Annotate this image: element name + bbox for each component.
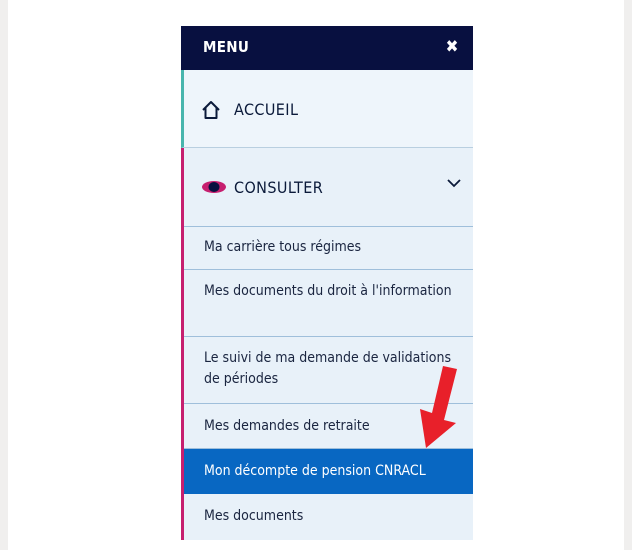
eye-icon bbox=[202, 181, 226, 193]
submenu-item-mes-documents[interactable]: Mes documents bbox=[184, 494, 473, 540]
submenu-item-documents-droit[interactable]: Mes documents du droit à l'information bbox=[184, 270, 473, 337]
submenu-item-carriere[interactable]: Ma carrière tous régimes bbox=[184, 226, 473, 270]
submenu-item-decompte-cnracl[interactable]: Mon décompte de pension CNRACL bbox=[184, 449, 473, 494]
submenu-item-label: Mes documents du droit à l'information bbox=[204, 283, 452, 299]
menu-header: MENU ✖ bbox=[181, 26, 473, 70]
menu-section-consulter: CONSULTER Ma carrière tous régimes Mes d… bbox=[181, 148, 473, 540]
menu-item-accueil[interactable]: ACCUEIL bbox=[181, 70, 473, 148]
menu-item-accueil-label: ACCUEIL bbox=[234, 100, 299, 119]
home-icon bbox=[202, 101, 220, 119]
red-arrow-icon bbox=[420, 366, 457, 448]
chevron-down-icon[interactable] bbox=[447, 178, 461, 188]
close-icon[interactable]: ✖ bbox=[441, 36, 463, 58]
submenu-item-label: Ma carrière tous régimes bbox=[204, 239, 362, 255]
side-menu: MENU ✖ ACCUEIL CONSULTER Ma carrière tou… bbox=[181, 26, 473, 540]
menu-title: MENU bbox=[203, 38, 250, 56]
menu-item-consulter-label: CONSULTER bbox=[234, 178, 324, 197]
submenu-item-label: Mes documents bbox=[204, 508, 304, 524]
menu-item-consulter[interactable]: CONSULTER bbox=[184, 148, 473, 227]
submenu-item-label: Mon décompte de pension CNRACL bbox=[204, 463, 426, 479]
